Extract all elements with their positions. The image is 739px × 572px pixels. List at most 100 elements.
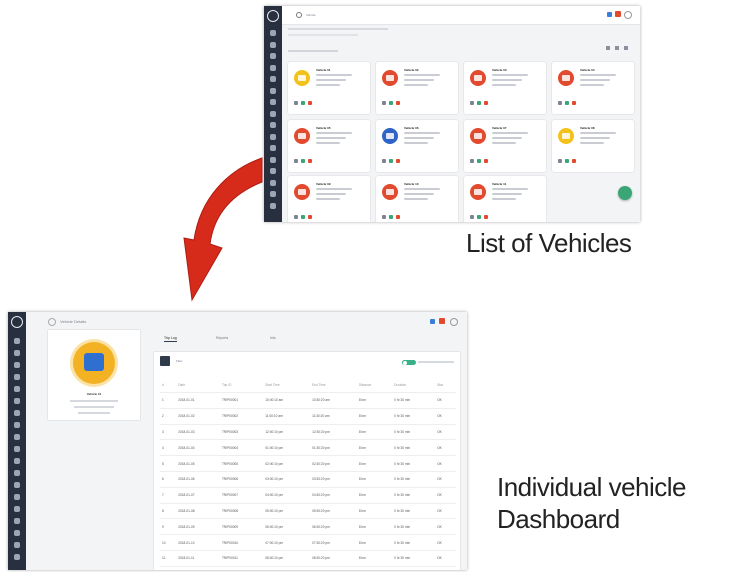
check-icon[interactable] [301,101,305,105]
nav-item-icon[interactable] [270,110,276,117]
table-row[interactable]: 8 2018-01-08 TRIP00008 05:00:10 pm 05:30:20 … [160,503,456,520]
nav-item-icon[interactable] [270,41,276,48]
vehicle-card[interactable]: Vehicle 08 [552,120,634,172]
alert-icon[interactable] [308,215,312,219]
vehicle-card[interactable]: Vehicle 05 [288,120,370,172]
details-icon[interactable] [294,215,298,219]
check-icon[interactable] [565,101,569,105]
table-row[interactable]: 4 2018-01-04 TRIP00004 01:00:10 pm 01:30:20 … [160,439,456,457]
add-vehicle-button[interactable] [618,186,632,200]
nav-item-icon[interactable] [14,482,20,488]
view-toggle-icons[interactable] [606,46,628,50]
alert-icon[interactable] [572,101,576,105]
search-icon[interactable] [296,12,302,18]
check-icon[interactable] [565,159,569,163]
check-icon[interactable] [389,215,393,219]
nav-item-icon[interactable] [14,470,20,476]
notification-icon[interactable] [430,319,435,324]
table-row[interactable]: 11 2018-01-11 TRIP00011 08:00:10 pm 08:30:20… [160,550,456,567]
check-icon[interactable] [301,215,305,219]
tab-trip-log[interactable]: Trip Log [164,336,177,342]
vehicle-card[interactable]: Vehicle 02 [376,62,458,114]
live-toggle[interactable] [402,360,416,365]
vehicle-card[interactable]: Vehicle 11 [464,176,546,222]
nav-item-icon[interactable] [14,362,20,368]
nav-item-icon[interactable] [14,446,20,452]
alert-icon[interactable] [439,318,445,324]
column-header[interactable]: Duration [392,378,436,393]
nav-item-icon[interactable] [270,179,276,186]
column-header[interactable]: Stat [435,378,456,393]
nav-item-icon[interactable] [14,338,20,344]
nav-item-icon[interactable] [270,133,276,140]
nav-item-icon[interactable] [270,202,276,209]
nav-item-icon[interactable] [14,518,20,524]
details-icon[interactable] [470,101,474,105]
nav-item-icon[interactable] [14,458,20,464]
alert-icon[interactable] [396,215,400,219]
user-menu-icon[interactable] [450,318,458,326]
tab-reports[interactable]: Reports [216,336,228,340]
vehicle-card[interactable]: Vehicle 03 [464,62,546,114]
search-input[interactable]: Vehicle [306,13,316,17]
nav-item-icon[interactable] [14,434,20,440]
alert-icon[interactable] [484,159,488,163]
nav-item-icon[interactable] [14,350,20,356]
check-icon[interactable] [389,159,393,163]
vehicle-card[interactable]: Vehicle 07 [464,120,546,172]
details-icon[interactable] [558,159,562,163]
alert-icon[interactable] [615,11,621,17]
column-header[interactable]: Distance [356,378,393,393]
table-row[interactable]: 3 2018-01-03 TRIP00003 12:00:10 pm 12:30:20 … [160,424,456,441]
alert-icon[interactable] [396,159,400,163]
check-icon[interactable] [389,101,393,105]
nav-item-icon[interactable] [270,99,276,105]
vehicle-card[interactable]: Vehicle 01 [288,62,370,114]
nav-item-icon[interactable] [14,530,20,536]
nav-item-icon[interactable] [14,410,20,416]
nav-item-icon[interactable] [270,76,276,82]
details-icon[interactable] [382,101,386,105]
filter-button[interactable] [160,356,170,366]
check-icon[interactable] [477,159,481,163]
alert-icon[interactable] [396,101,400,105]
nav-item-icon[interactable] [14,494,20,500]
details-icon[interactable] [382,215,386,219]
column-header[interactable]: # [160,378,177,393]
check-icon[interactable] [301,159,305,163]
nav-item-icon[interactable] [14,506,20,512]
nav-item-icon[interactable] [14,398,20,404]
notification-icon[interactable] [607,12,612,17]
column-header[interactable]: Date [176,378,220,393]
nav-item-icon[interactable] [14,374,20,380]
nav-item-icon[interactable] [270,87,276,94]
vehicle-card[interactable]: Vehicle 10 [376,176,458,222]
tab-info[interactable]: Info [270,336,276,340]
check-icon[interactable] [477,101,481,105]
nav-item-icon[interactable] [14,422,20,428]
nav-item-icon[interactable] [14,554,20,560]
user-menu-icon[interactable] [624,11,632,19]
check-icon[interactable] [477,215,481,219]
details-icon[interactable] [294,101,298,105]
nav-item-icon[interactable] [270,122,276,128]
alert-icon[interactable] [484,101,488,105]
nav-item-icon[interactable] [270,191,276,197]
nav-item-icon[interactable] [270,64,276,71]
column-header[interactable]: End Time [310,378,357,393]
vehicle-card[interactable]: Vehicle 06 [376,120,458,172]
back-icon[interactable] [48,318,56,326]
details-icon[interactable] [294,159,298,163]
details-icon[interactable] [382,159,386,163]
table-row[interactable]: 2 2018-01-02 TRIP00002 11:00:10 am 11:30:20 … [160,408,456,425]
column-header[interactable]: Trip ID [219,378,264,393]
nav-item-icon[interactable] [270,145,276,151]
alert-icon[interactable] [308,101,312,105]
vehicle-card[interactable]: Vehicle 09 [288,176,370,222]
vehicle-card[interactable]: Vehicle 04 [552,62,634,114]
alert-icon[interactable] [572,159,576,163]
alert-icon[interactable] [308,159,312,163]
table-row[interactable]: 5 2018-01-05 TRIP00005 02:00:10 pm 02:30:20 … [160,455,456,472]
table-row[interactable]: 122018-01-12TRIP0001209:00:10 pm09:30:20… [160,566,456,570]
details-icon[interactable] [470,215,474,219]
